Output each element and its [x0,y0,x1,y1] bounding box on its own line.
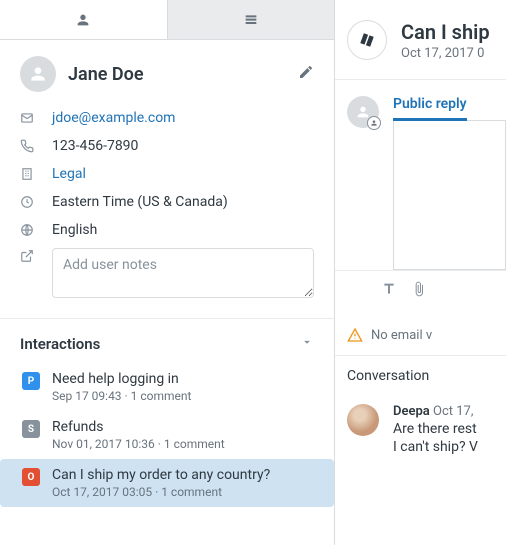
presence-badge [367,116,381,130]
user-notes-input[interactable] [52,248,314,298]
pencil-icon [298,64,314,80]
reply-composer: Public reply [335,80,506,271]
message-avatar [347,404,379,436]
warning-icon [347,327,363,343]
interactions-header[interactable]: Interactions [0,318,334,363]
detail-language: English [20,216,314,244]
detail-phone: 123-456-7890 [20,132,314,160]
conversation-label: Conversation [335,356,506,396]
language-value: English [52,222,314,238]
timezone-value: Eastern Time (US & Canada) [52,194,314,210]
chevron-down-icon [300,335,314,353]
thread-subtitle: Oct 17, 2017 0 [401,46,490,61]
warning-banner: No email v [335,315,506,356]
org-value: Legal [52,166,314,182]
message-item: Deepa Oct 17, Are there rest I can't shi… [335,396,506,455]
reply-tab-public[interactable]: Public reply [393,96,467,121]
globe-icon [20,222,36,238]
mail-icon [20,110,36,126]
phone-icon [20,138,36,154]
warning-text: No email v [371,328,432,343]
message-line: Are there rest [393,421,506,437]
profile-header: Jane Doe [0,40,334,100]
profile-tabs [0,0,334,40]
interaction-meta: Sep 17 09:43 · 1 comment [52,389,312,403]
attach-file-button[interactable] [411,281,427,301]
detail-notes [20,244,314,306]
interaction-item[interactable]: O Can I ship my order to any country? Oc… [0,459,334,507]
status-badge: S [22,420,40,438]
format-text-button[interactable] [381,281,397,301]
clock-icon [20,194,36,210]
interactions-list: P Need help logging in Sep 17 09:43 · 1 … [0,363,334,507]
tab-org[interactable] [168,0,335,39]
message-time: Oct 17, [433,404,473,419]
interaction-title: Refunds [52,419,312,435]
interaction-meta: Oct 17, 2017 03:05 · 1 comment [52,485,312,499]
reply-textarea[interactable] [393,120,506,270]
detail-timezone: Eastern Time (US & Canada) [20,188,314,216]
agent-avatar [347,96,379,128]
email-value: jdoe@example.com [52,110,314,126]
status-badge: O [22,468,40,486]
interaction-item[interactable]: S Refunds Nov 01, 2017 10:36 · 1 comment [18,411,316,459]
thread-header: Can I ship Oct 17, 2017 0 [335,0,506,80]
edit-profile-button[interactable] [298,64,314,84]
detail-org[interactable]: Legal [20,160,314,188]
external-link-icon [20,248,36,264]
interaction-meta: Nov 01, 2017 10:36 · 1 comment [52,437,312,451]
left-panel: Jane Doe jdoe@example.com 123-456-7890 L… [0,0,335,545]
building-icon [20,166,36,182]
message-author: Deepa [393,404,430,419]
list-icon [243,12,259,28]
thread-title: Can I ship [401,20,490,44]
interaction-item[interactable]: P Need help logging in Sep 17 09:43 · 1 … [18,363,316,411]
tab-user[interactable] [0,0,168,39]
user-avatar [20,56,56,92]
interaction-title: Can I ship my order to any country? [52,467,312,483]
person-icon [28,64,48,84]
user-name: Jane Doe [68,64,298,85]
message-line: I can't ship? V [393,439,506,455]
status-badge: P [22,372,40,390]
interaction-title: Need help logging in [52,371,312,387]
user-icon [75,12,91,28]
right-panel: Can I ship Oct 17, 2017 0 Public reply N… [335,0,506,545]
interactions-title: Interactions [20,335,300,353]
detail-email[interactable]: jdoe@example.com [20,104,314,132]
phone-value: 123-456-7890 [52,138,314,154]
profile-details: jdoe@example.com 123-456-7890 Legal East… [0,100,334,318]
thread-channel-icon [347,20,387,60]
reply-toolbar [335,271,506,315]
